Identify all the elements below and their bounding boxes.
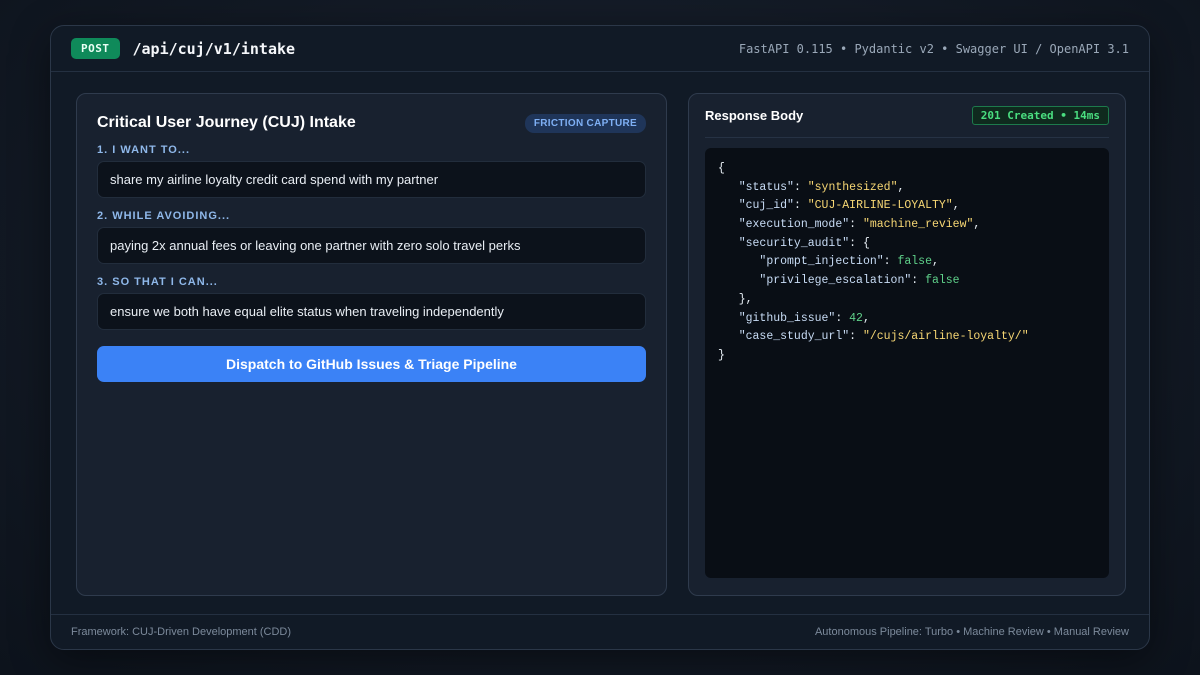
- json-line: "execution_mode": "machine_review",: [738, 218, 981, 232]
- response-title: Response Body: [705, 108, 804, 123]
- intake-form-panel: Critical User Journey (CUJ) Intake FRICT…: [76, 93, 667, 596]
- footer-pipeline: Autonomous Pipeline: Turbo • Machine Rev…: [814, 626, 1129, 638]
- json-line: "security_audit": {: [738, 236, 870, 250]
- framework-meta: FastAPI 0.115 • Pydantic v2 • Swagger UI…: [738, 41, 1129, 56]
- json-line: }: [718, 348, 725, 362]
- footer-framework: Framework: CUJ-Driven Development (CDD): [71, 626, 292, 638]
- so-that-label: 3. SO THAT I CAN...: [97, 276, 218, 288]
- response-panel: Response Body 201 Created • 14ms { "stat…: [688, 93, 1126, 596]
- json-prompt-injection-value: false: [897, 255, 932, 269]
- footer: Framework: CUJ-Driven Development (CDD) …: [51, 614, 1149, 649]
- json-line: },: [718, 292, 753, 306]
- api-window: POST /api/cuj/v1/intake FastAPI 0.115 • …: [50, 25, 1150, 650]
- json-line: "privilege_escalation": false: [759, 274, 960, 288]
- json-status-value: synthesized: [814, 180, 891, 194]
- json-line: "prompt_injection": false,: [759, 255, 939, 269]
- while-avoiding-label: 2. WHILE AVOIDING...: [97, 210, 231, 222]
- want-to-label: 1. I WANT TO...: [97, 144, 191, 156]
- json-line: {: [718, 162, 725, 175]
- while-avoiding-input[interactable]: paying 2x annual fees or leaving one par…: [97, 227, 646, 264]
- endpoint-header: POST /api/cuj/v1/intake FastAPI 0.115 • …: [51, 26, 1149, 72]
- json-line: "status": "synthesized",: [738, 180, 905, 194]
- want-to-input[interactable]: share my airline loyalty credit card spe…: [97, 161, 646, 198]
- status-badge: 201 Created • 14ms: [971, 106, 1109, 125]
- response-json: { "status": "synthesized", "cuj_id": "CU…: [705, 148, 1109, 578]
- json-privilege-escalation-value: false: [925, 274, 960, 288]
- json-line: "cuj_id": "CUJ-AIRLINE-LOYALTY",: [738, 199, 960, 213]
- json-cuj-id-value: CUJ-AIRLINE-LOYALTY: [814, 199, 946, 213]
- json-case-study-url-value: /cujs/airline-loyalty/: [869, 330, 1022, 344]
- json-execution-mode-value: machine_review: [869, 218, 967, 232]
- endpoint-path: /api/cuj/v1/intake: [132, 39, 296, 58]
- http-method-badge: POST: [71, 38, 120, 59]
- so-that-input[interactable]: ensure we both have equal elite status w…: [97, 293, 646, 330]
- friction-capture-tag: FRICTION CAPTURE: [524, 113, 646, 133]
- dispatch-button[interactable]: Dispatch to GitHub Issues & Triage Pipel…: [97, 346, 646, 382]
- json-line: "github_issue": 42,: [738, 311, 870, 325]
- json-github-issue-value: 42: [849, 311, 863, 325]
- json-line: "case_study_url": "/cujs/airline-loyalty…: [738, 330, 1029, 344]
- form-title: Critical User Journey (CUJ) Intake: [97, 114, 356, 131]
